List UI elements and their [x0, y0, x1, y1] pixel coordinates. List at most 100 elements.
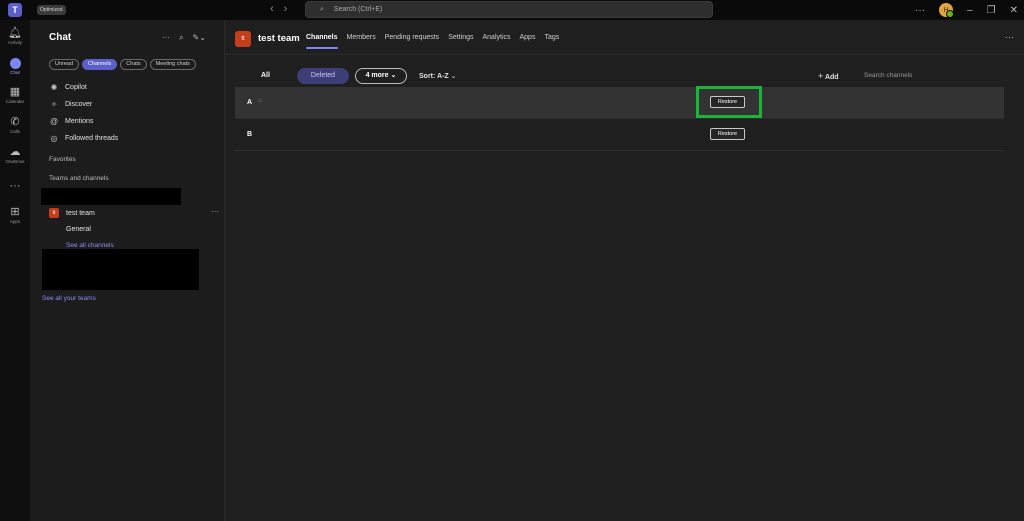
rail-apps[interactable]: ⊞ Apps [0, 206, 30, 224]
nav-mentions[interactable]: @ Mentions [49, 117, 93, 126]
teams-channels-header[interactable]: Teams and channels [49, 175, 109, 182]
team-header: tt test team Channels Members Pending re… [225, 20, 1024, 55]
sort-dropdown[interactable]: Sort: A-Z ⌄ [419, 72, 457, 80]
tab-channels[interactable]: Channels [306, 34, 338, 49]
threads-icon: ◎ [50, 134, 58, 143]
channel-row[interactable]: B Restore [235, 119, 1004, 151]
channel-name: A [247, 99, 253, 106]
phone-icon: ✆ [10, 116, 20, 128]
sort-label: Sort: A-Z [419, 73, 449, 80]
minimize-icon[interactable]: – [967, 5, 973, 16]
teams-logo-icon: T [8, 3, 22, 17]
tab-pending-requests[interactable]: Pending requests [385, 34, 439, 49]
team-avatar: tt [49, 208, 59, 218]
back-arrow-icon[interactable]: ‹ [270, 3, 274, 15]
nav-discover[interactable]: ✧ Discover [49, 100, 93, 109]
restore-button[interactable]: Restore [710, 128, 745, 140]
rail-onedrive[interactable]: ☁ OneDrive [0, 146, 30, 164]
optimized-badge: Optimized [37, 5, 66, 15]
add-channel-button[interactable]: + Add [818, 71, 839, 81]
sparkle-icon: ✧ [50, 100, 58, 109]
chevron-down-icon: ⌄ [450, 73, 457, 80]
team-avatar: tt [235, 31, 251, 47]
filter-unread[interactable]: Unread [49, 59, 80, 70]
rail-calls-label: Calls [9, 129, 20, 134]
nav-mentions-label: Mentions [65, 118, 94, 125]
nav-followed-threads[interactable]: ◎ Followed threads [49, 134, 119, 143]
search-icon[interactable]: ⌕ [179, 33, 183, 43]
teams-window: T Optimized ‹ › ⌕ Search (Ctrl+E) ··· H … [0, 0, 1024, 521]
tab-members[interactable]: Members [347, 34, 376, 49]
rail-calendar-label: Calendar [5, 99, 25, 104]
team-channels-view: tt test team Channels Members Pending re… [225, 20, 1024, 521]
channel-name: B [247, 131, 253, 138]
profile-avatar[interactable]: H [939, 3, 955, 18]
rail-activity-label: Activity [7, 40, 23, 45]
channel-general[interactable]: General [66, 226, 91, 233]
filter-meeting-chats[interactable]: Meeting chats [149, 59, 196, 70]
window-controls: ··· H – ❐ ✕ [915, 0, 1018, 20]
team-more-options-icon[interactable]: ··· [211, 207, 219, 216]
bell-icon: 🔔︎ [8, 27, 22, 39]
nav-copilot-label: Copilot [65, 84, 87, 91]
redacted-block [42, 249, 199, 290]
more-options-icon[interactable]: ··· [162, 33, 170, 43]
filter-more-label: 4 more [365, 72, 389, 79]
rail-calendar[interactable]: ▦ Calendar [0, 86, 30, 104]
team-name: test team [66, 209, 95, 217]
nav-copilot[interactable]: ✺ Copilot [49, 83, 87, 92]
see-all-teams-link[interactable]: See all your teams [42, 295, 96, 302]
global-search-input[interactable]: ⌕ Search (Ctrl+E) [305, 1, 713, 18]
filter-chats[interactable]: Chats [120, 59, 147, 70]
app-rail: 🔔︎ Activity Chat ▦ Calendar ✆ Calls ☁ On… [0, 20, 30, 521]
copilot-icon: ✺ [50, 83, 58, 92]
channel-row[interactable]: A ⌂ Restore [235, 87, 1004, 119]
restore-button[interactable]: Restore [710, 96, 745, 108]
restore-window-icon[interactable]: ❐ [987, 5, 996, 16]
panel-tools: ··· ⌕ ✎⌄ [162, 33, 206, 43]
lock-icon: ⌂ [258, 98, 262, 104]
chat-panel: Chat ··· ⌕ ✎⌄ Unread Channels Chats Meet… [30, 20, 225, 521]
rail-activity[interactable]: 🔔︎ Activity [0, 27, 30, 45]
close-icon[interactable]: ✕ [1010, 5, 1018, 16]
rail-chat[interactable]: Chat [0, 58, 30, 75]
nav-followed-threads-label: Followed threads [65, 135, 119, 142]
chat-icon [9, 58, 21, 69]
filter-deleted[interactable]: Deleted [297, 68, 349, 84]
cloud-icon: ☁ [9, 146, 21, 158]
forward-arrow-icon[interactable]: › [284, 3, 288, 15]
title-bar: T Optimized ‹ › ⌕ Search (Ctrl+E) ··· H … [0, 0, 1024, 20]
favorites-header[interactable]: Favorites [49, 156, 76, 163]
history-nav: ‹ › [270, 3, 287, 15]
search-placeholder: Search (Ctrl+E) [333, 6, 383, 13]
rail-more[interactable]: ··· [0, 180, 30, 192]
add-label: Add [824, 74, 839, 81]
more-options-icon[interactable]: ··· [1005, 32, 1014, 42]
nav-discover-label: Discover [65, 101, 93, 108]
chat-filters: Unread Channels Chats Meeting chats [49, 59, 196, 70]
plus-icon: + [818, 71, 824, 81]
tab-analytics[interactable]: Analytics [482, 34, 510, 49]
rail-calls[interactable]: ✆ Calls [0, 116, 30, 134]
team-title: test team [258, 33, 300, 44]
filter-more-dropdown[interactable]: 4 more ⌄ [355, 68, 407, 84]
calendar-icon: ▦ [9, 86, 21, 98]
rail-apps-label: Apps [9, 219, 21, 224]
more-apps-icon: ··· [9, 180, 21, 192]
team-item-test-team[interactable]: tt test team ··· [49, 207, 219, 218]
panel-title: Chat [49, 32, 72, 43]
tab-tags[interactable]: Tags [544, 34, 559, 49]
filter-all[interactable]: All [261, 72, 270, 79]
filter-channels[interactable]: Channels [82, 59, 118, 70]
more-options-icon[interactable]: ··· [915, 5, 925, 16]
team-tabs: Channels Members Pending requests Settin… [306, 34, 559, 49]
see-all-channels-link[interactable]: See all channels [66, 242, 114, 249]
redacted-block [41, 188, 181, 205]
compose-icon[interactable]: ✎⌄ [192, 33, 205, 43]
rail-chat-label: Chat [10, 70, 20, 75]
search-channels-input[interactable]: Search channels [864, 72, 912, 79]
tab-settings[interactable]: Settings [448, 34, 473, 49]
tab-apps[interactable]: Apps [520, 34, 536, 49]
apps-icon: ⊞ [10, 206, 20, 218]
channel-filter-bar: All Deleted 4 more ⌄ Sort: A-Z ⌄ + Add S… [225, 68, 1024, 86]
